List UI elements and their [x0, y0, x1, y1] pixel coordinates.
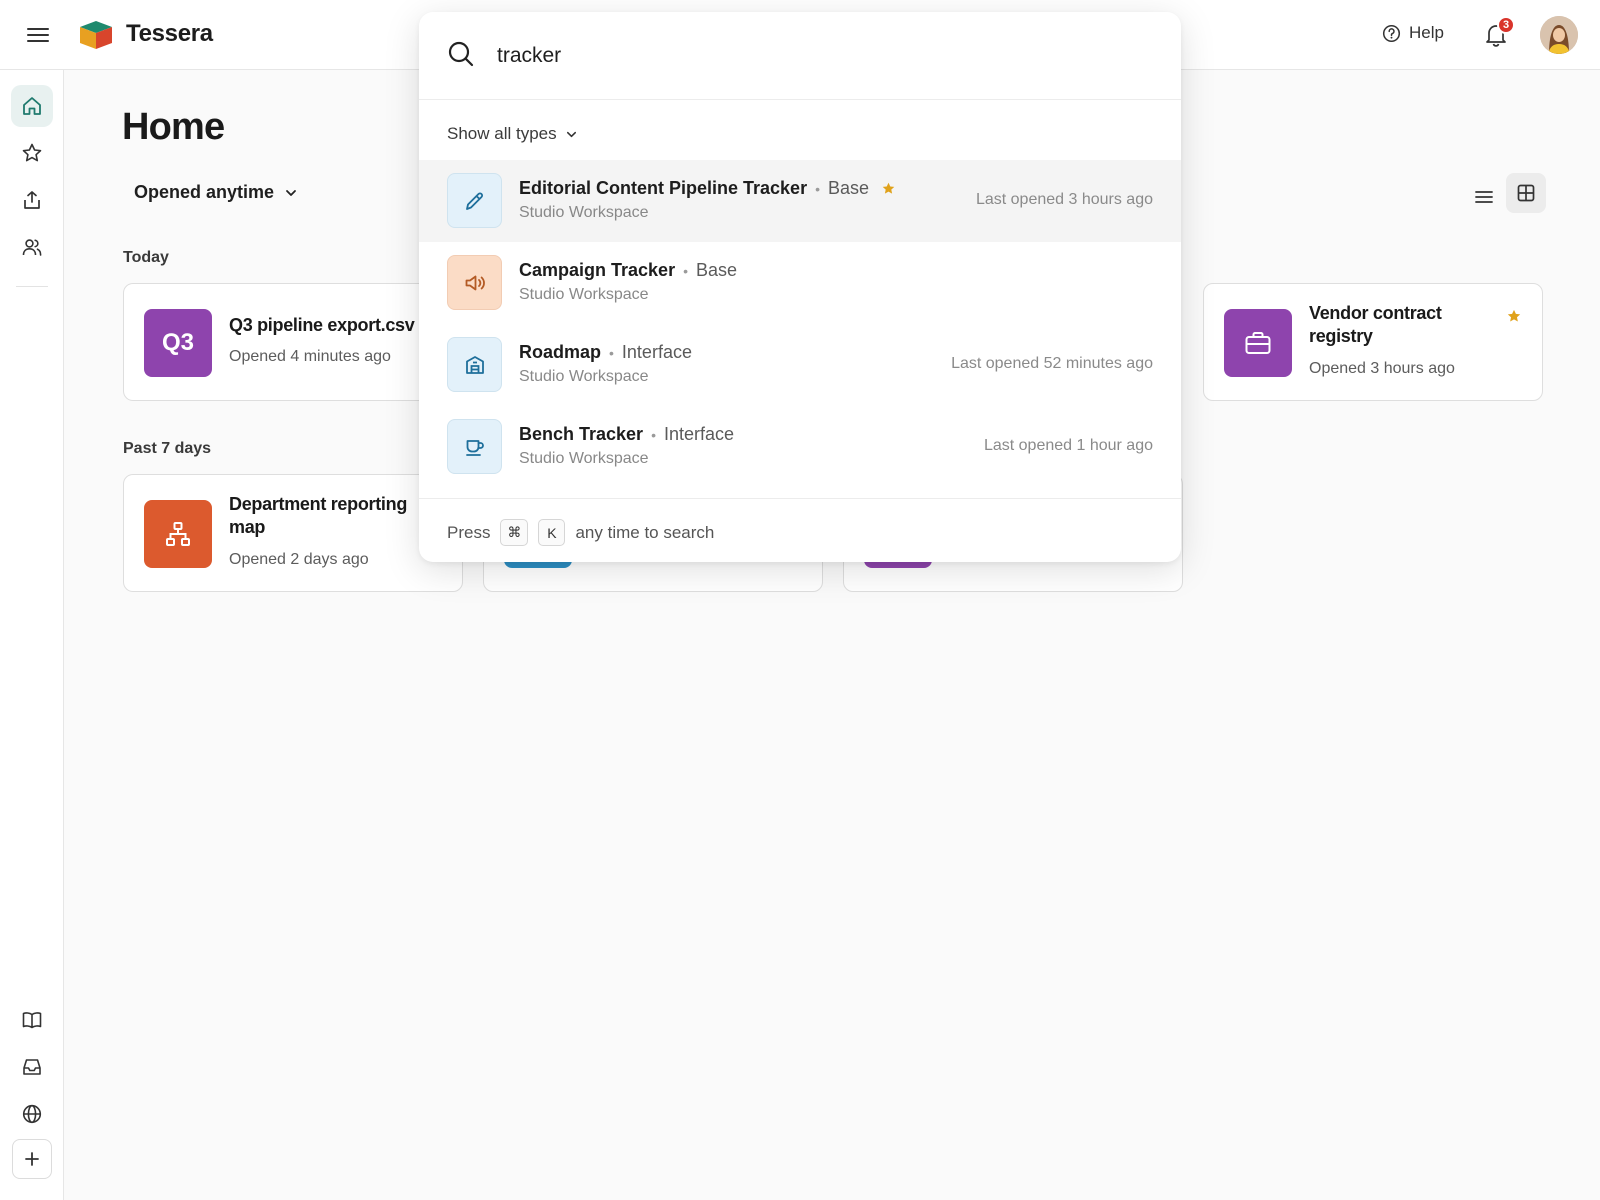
- search-result-type: Base: [695, 260, 738, 280]
- type-filter-label: Show all types: [447, 124, 557, 143]
- help-label: Help: [1409, 23, 1444, 42]
- building-icon: [447, 337, 502, 392]
- search-result-workspace: Studio Workspace: [519, 450, 649, 467]
- megaphone-icon: [447, 255, 502, 310]
- command-key: ⌘: [500, 519, 529, 546]
- search-result-workspace: Studio Workspace: [519, 204, 649, 221]
- separator-dot: •: [651, 426, 656, 443]
- sidebar-item-shared[interactable]: [11, 179, 53, 221]
- sidebar-divider: [16, 286, 48, 287]
- hint-press: Press: [447, 522, 491, 542]
- recent-card[interactable]: Department reporting map Opened 2 days a…: [123, 474, 463, 592]
- brand-name: Tessera: [126, 20, 213, 47]
- menu-icon[interactable]: [22, 21, 54, 49]
- search-result-name: Editorial Content Pipeline Tracker: [519, 178, 808, 198]
- pencil-icon: [447, 173, 502, 228]
- search-icon: [448, 41, 474, 67]
- search-result-title: Roadmap • Interface: [519, 342, 692, 363]
- search-footer: Press ⌘ K any time to search: [419, 498, 1181, 562]
- search-result-title: Bench Tracker • Interface: [519, 424, 734, 445]
- search-header: [419, 12, 1181, 100]
- search-result-name: Campaign Tracker: [519, 260, 676, 280]
- star-icon: [1507, 309, 1521, 322]
- list-view-button[interactable]: [1464, 177, 1504, 217]
- briefcase-icon: [1224, 309, 1292, 377]
- recent-card[interactable]: Q3 Q3 pipeline export.csv Opened 4 minut…: [123, 283, 463, 401]
- sidebar: [0, 70, 64, 1200]
- separator-dot: •: [683, 262, 688, 279]
- card-title: Vendor contract registry: [1309, 303, 1442, 346]
- coffee-cup-icon: [447, 419, 502, 474]
- page-title: Home: [122, 106, 225, 148]
- sidebar-item-workspaces[interactable]: [11, 226, 53, 268]
- recent-card[interactable]: Vendor contract registry Opened 3 hours …: [1203, 283, 1543, 401]
- separator-dot: •: [815, 180, 820, 197]
- book-icon: [22, 1012, 42, 1029]
- card-title: Department reporting map: [229, 494, 408, 537]
- star-outline-icon: [22, 143, 42, 162]
- tessera-logo: [78, 19, 114, 51]
- grid-view-button[interactable]: [1506, 173, 1546, 213]
- search-result-item[interactable]: Campaign Tracker • Base Studio Workspace: [419, 242, 1181, 324]
- share-icon: [24, 191, 40, 209]
- search-shortcut-hint: Press ⌘ K any time to search: [447, 519, 714, 546]
- search-result-type: Base: [827, 178, 870, 198]
- chevron-down-icon: [566, 131, 576, 137]
- search-result-last-opened: Last opened 1 hour ago: [983, 437, 1153, 454]
- search-result-name: Bench Tracker: [519, 424, 644, 444]
- search-result-name: Roadmap: [519, 342, 602, 362]
- help-button[interactable]: Help: [1382, 23, 1444, 43]
- home-icon: [23, 97, 41, 115]
- sidebar-item-marketplace[interactable]: [11, 1093, 53, 1135]
- search-result-type: Interface: [621, 342, 692, 362]
- inbox-icon: [23, 1059, 41, 1075]
- k-key: K: [538, 519, 566, 546]
- sidebar-item-home[interactable]: [11, 85, 53, 127]
- notification-badge: 3: [1497, 16, 1515, 34]
- separator-dot: •: [609, 344, 614, 361]
- search-input[interactable]: [497, 36, 1137, 76]
- card-subtitle: Opened 3 hours ago: [1309, 360, 1455, 377]
- people-icon: [22, 239, 42, 256]
- hierarchy-icon: [144, 500, 212, 568]
- search-result-title: Editorial Content Pipeline Tracker • Bas…: [519, 178, 896, 199]
- card-title: Q3 pipeline export.csv: [229, 315, 415, 335]
- sidebar-item-starred[interactable]: [11, 132, 53, 174]
- hint-suffix: any time to search: [575, 522, 715, 542]
- search-result-workspace: Studio Workspace: [519, 368, 649, 385]
- search-result-last-opened: Last opened 52 minutes ago: [951, 355, 1153, 372]
- sidebar-add-button[interactable]: [12, 1139, 52, 1179]
- card-subtitle: Opened 4 minutes ago: [229, 348, 391, 365]
- opened-filter-label: Opened anytime: [134, 182, 275, 202]
- list-icon: [1475, 191, 1493, 203]
- sidebar-item-inbox[interactable]: [11, 1046, 53, 1088]
- sidebar-item-guide[interactable]: [11, 999, 53, 1041]
- search-result-last-opened: Last opened 3 hours ago: [975, 191, 1153, 208]
- chevron-down-icon: [286, 189, 296, 196]
- globe-icon: [22, 1104, 42, 1124]
- type-filter-dropdown[interactable]: Show all types: [447, 124, 578, 144]
- card-initials-icon: Q3: [144, 309, 212, 377]
- search-result-item[interactable]: Roadmap • Interface Studio Workspace Las…: [419, 324, 1181, 406]
- search-result-item[interactable]: Bench Tracker • Interface Studio Workspa…: [419, 406, 1181, 488]
- search-result-type: Interface: [663, 424, 735, 444]
- search-result-item[interactable]: Editorial Content Pipeline Tracker • Bas…: [419, 160, 1181, 242]
- help-icon: [1382, 24, 1401, 42]
- search-dialog: Show all types Editorial Content Pipelin…: [419, 12, 1181, 562]
- user-avatar[interactable]: [1540, 16, 1578, 54]
- star-icon: [882, 182, 895, 194]
- plus-icon: [25, 1152, 39, 1166]
- search-result-workspace: Studio Workspace: [519, 286, 649, 303]
- opened-filter-dropdown[interactable]: Opened anytime: [134, 182, 298, 203]
- search-result-title: Campaign Tracker • Base: [519, 260, 737, 281]
- section-label-past-7-days: Past 7 days: [123, 440, 212, 457]
- card-subtitle: Opened 2 days ago: [229, 551, 369, 568]
- grid-icon: [1517, 184, 1535, 202]
- section-label-today: Today: [123, 249, 169, 266]
